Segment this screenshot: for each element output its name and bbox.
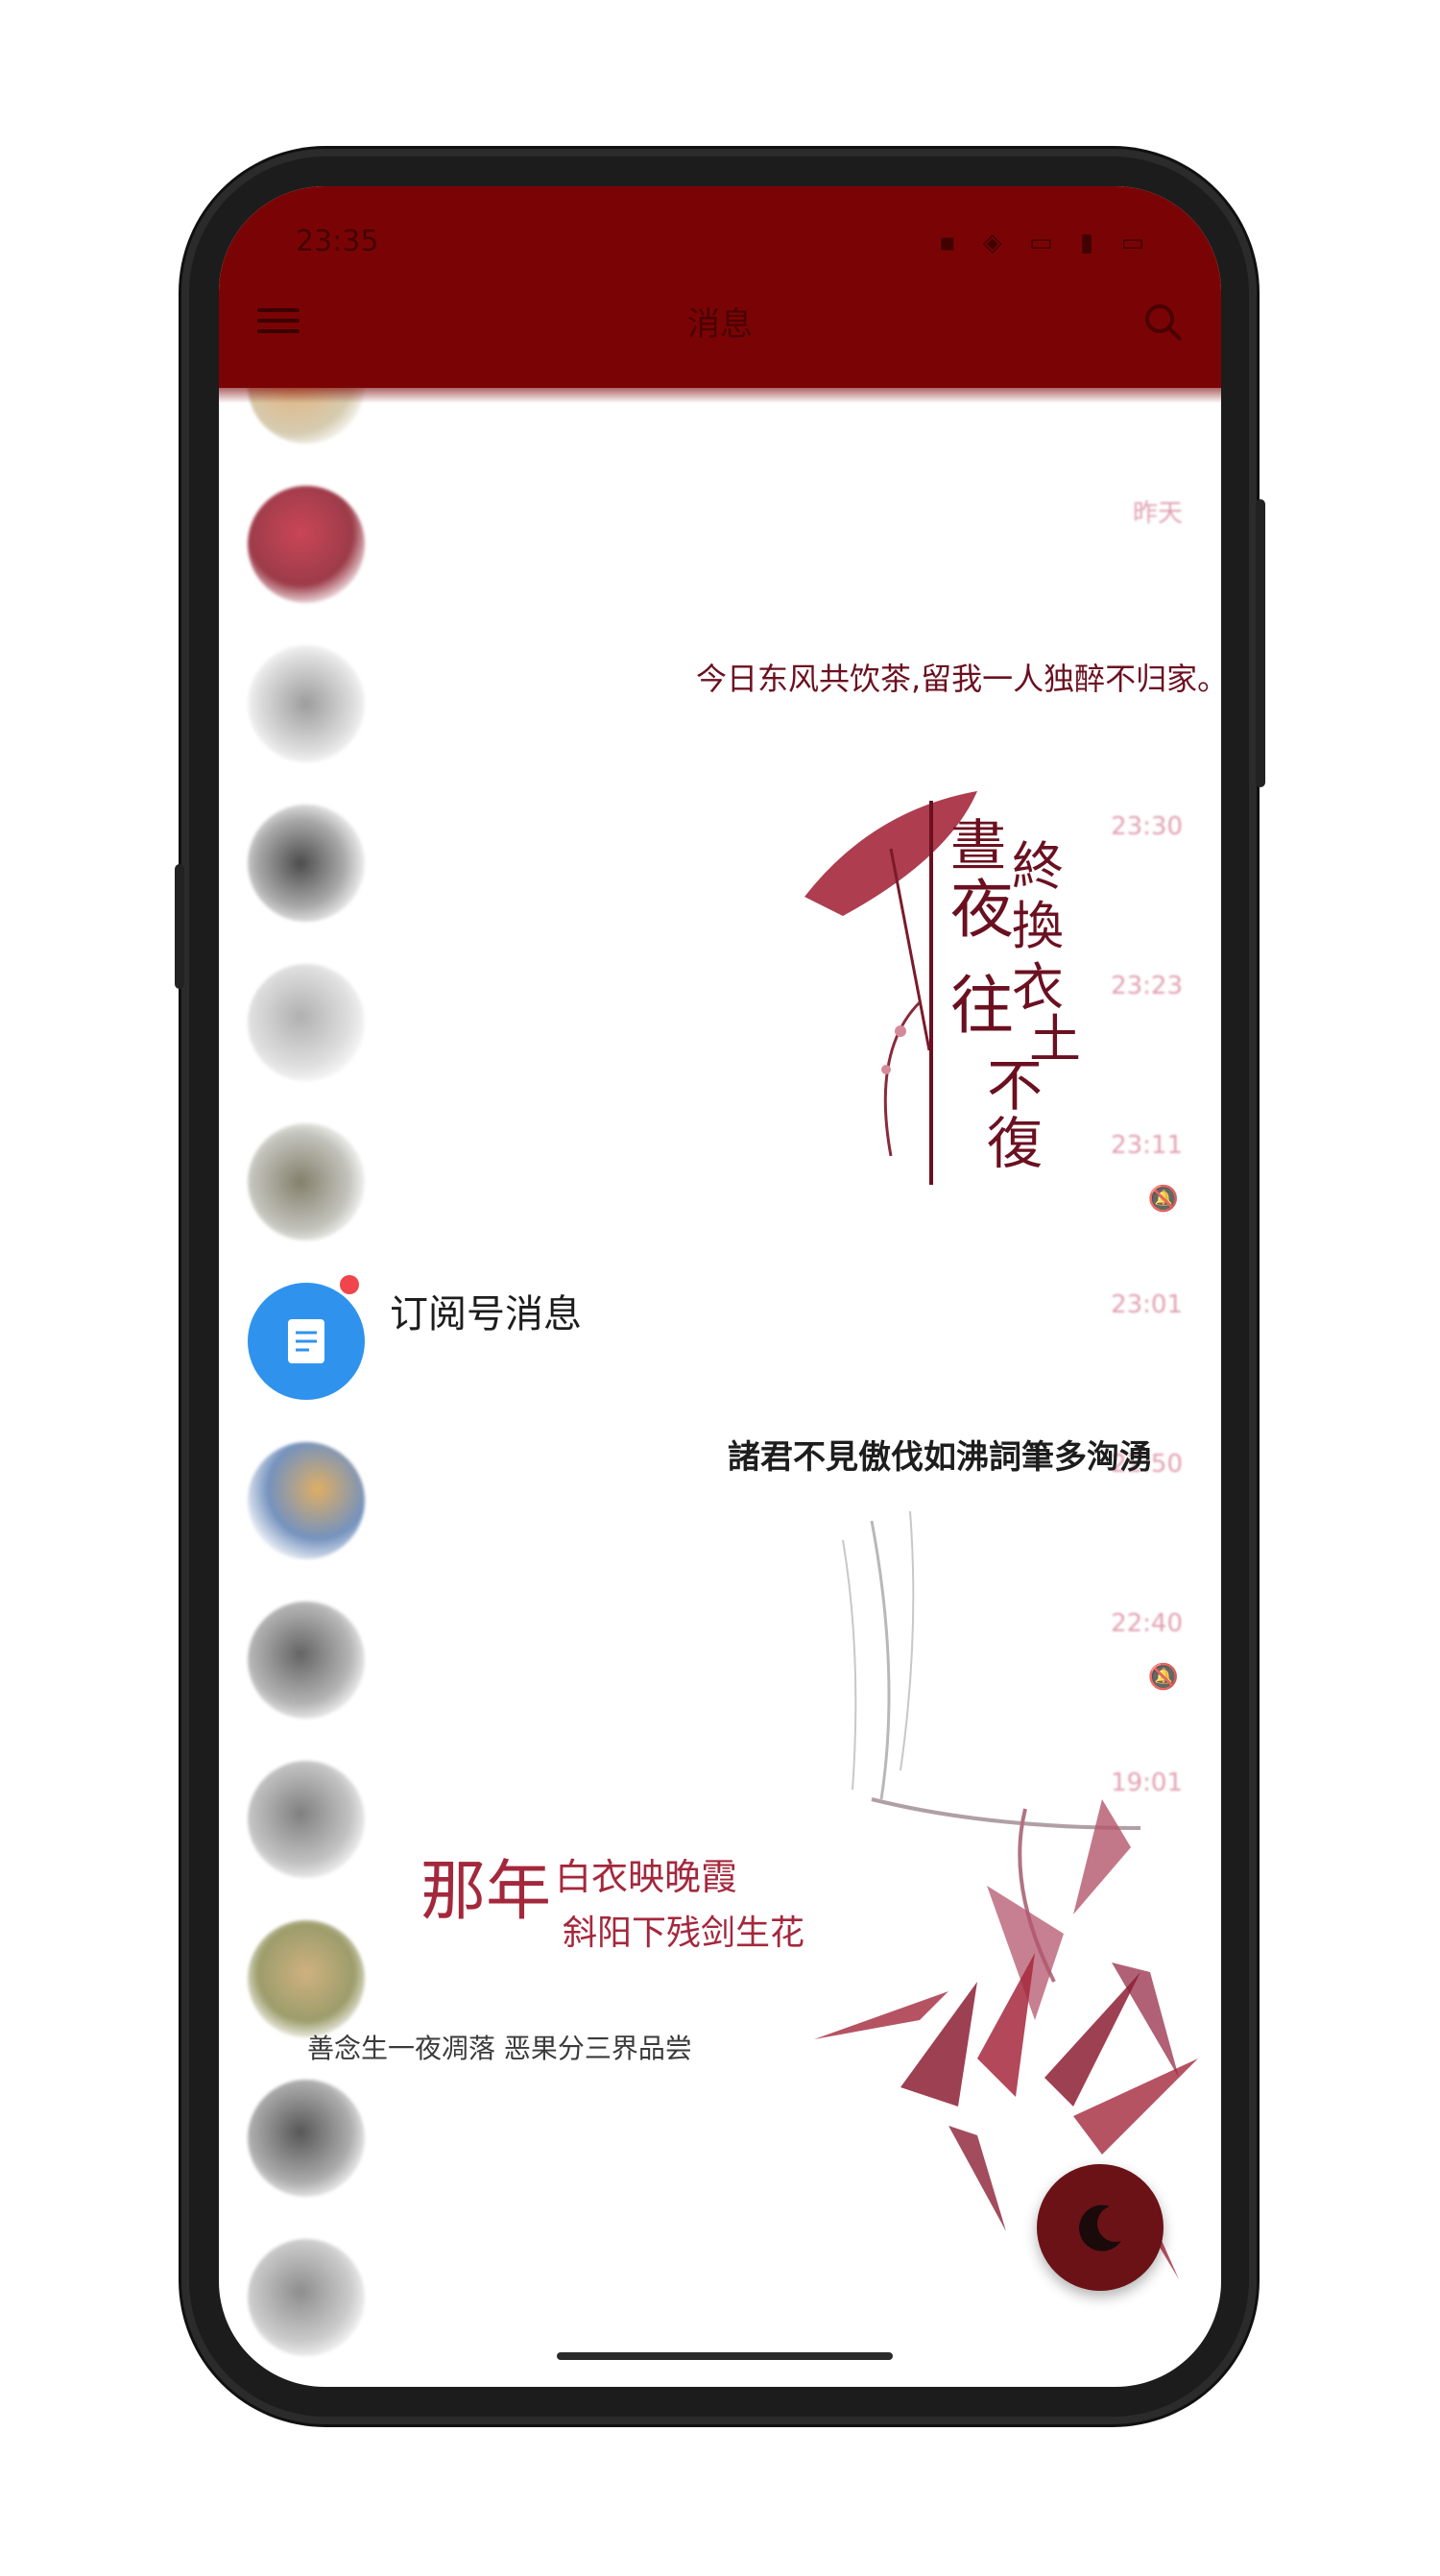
power-button (1256, 499, 1265, 787)
avatar (248, 2239, 365, 2356)
calligraphy-char: 復 (987, 1111, 1044, 1176)
calligraphy-char: 夜 (950, 873, 1014, 947)
list-item-subscriptions[interactable]: 订阅号消息 23:01 (219, 1248, 1221, 1408)
avatar (248, 805, 365, 922)
calligraphy-big: 那年 (420, 1854, 552, 1930)
list-item[interactable]: 昨天 (219, 451, 1221, 611)
app-title: 消息 (687, 305, 753, 344)
unread-badge (340, 1275, 359, 1294)
calligraphy-line-1: 白衣映晚霞 (555, 1856, 738, 1898)
volume-button (175, 864, 184, 989)
avatar (248, 1123, 365, 1240)
avatar (248, 645, 365, 762)
status-bar: 23:35 ▪ ◈ ▭ ▮ ▭ (219, 225, 1221, 263)
night-mode-button[interactable] (1037, 2164, 1164, 2291)
avatar (248, 486, 365, 603)
calligraphy-line-2: 斜阳下残剑生花 (563, 1914, 805, 1953)
document-icon (288, 1319, 324, 1363)
search-icon[interactable] (1140, 300, 1187, 346)
avatar (248, 964, 365, 1081)
message-time: 23:01 (1111, 1290, 1183, 1319)
avatar (248, 1761, 365, 1878)
mute-icon: 🔕 (1147, 1185, 1179, 1214)
avatar (248, 1601, 365, 1719)
status-time: 23:35 (296, 225, 379, 258)
top-bar: 23:35 ▪ ◈ ▭ ▮ ▭ 消息 (219, 186, 1221, 388)
calligraphy-char: 往 (950, 969, 1014, 1043)
poem-line-1: 今日东风共饮茶,留我一人独醉不归家。 (696, 661, 1221, 697)
phone-screen: 23:35 ▪ ◈ ▭ ▮ ▭ 消息 昨天 23:30 23:23 23:11 … (219, 186, 1221, 2387)
status-icons: ▪ ◈ ▭ ▮ ▭ (938, 229, 1154, 257)
home-indicator[interactable] (557, 2352, 893, 2360)
message-time: 23:30 (1111, 812, 1183, 841)
avatar (248, 1920, 365, 2037)
message-time: 23:11 (1111, 1131, 1183, 1160)
plum-branch-icon (881, 1000, 922, 1157)
message-time: 昨天 (1132, 499, 1183, 528)
message-time: 23:23 (1111, 972, 1183, 1000)
contact-name: 订阅号消息 (390, 1292, 582, 1336)
poem-line-2: 諸君不見傲伐如沸詞筆多洶湧 (728, 1438, 1152, 1477)
calligraphy-char: 土 (1029, 1009, 1081, 1070)
calligraphy-block-a: 晝 夜 終 換 往 衣 不 土 復 (929, 801, 1094, 1185)
avatar (248, 1442, 365, 1559)
poem-line-3: 善念生一夜凋落 恶果分三界品尝 (307, 2033, 692, 2064)
moon-icon (1079, 2204, 1121, 2251)
avatar (248, 2080, 365, 2197)
